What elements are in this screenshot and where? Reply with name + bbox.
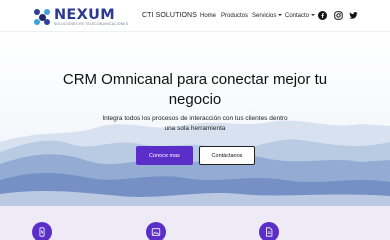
hero-title: CRM Omnicanal para conectar mejor tu neg…	[0, 70, 390, 110]
chevron-down-icon	[277, 14, 282, 17]
logo-tagline: SOLUCIONES EN TELECOMUNICACIONES	[54, 22, 129, 27]
hero-subtitle-line-1: Integra todos los procesos de interacció…	[102, 115, 288, 122]
nav-servicios-label: Servicios	[252, 13, 277, 19]
chevron-down-icon	[310, 14, 315, 17]
mobile-icon	[32, 222, 52, 240]
conoce-mas-button[interactable]: Conoce mas	[136, 146, 193, 165]
hero-title-line-2: negocio	[168, 91, 222, 108]
main-nav: CTI SOLUTIONS Home Productos Servicios C…	[0, 11, 390, 21]
nav-contacto-label: Contacto	[285, 13, 310, 19]
instagram-icon[interactable]	[334, 11, 343, 20]
document-icon	[259, 222, 279, 240]
nav-home[interactable]: Home	[200, 11, 216, 21]
contactanos-button[interactable]: Contáctanos	[199, 146, 255, 165]
nav-servicios[interactable]: Servicios	[252, 11, 282, 21]
site-header: NEXUM SOLUCIONES EN TELECOMUNICACIONES C…	[0, 0, 390, 32]
image-icon	[146, 222, 166, 240]
features-section	[0, 206, 390, 240]
hero-title-line-1: CRM Omnicanal para conectar mejor tu	[62, 71, 328, 88]
nav-contacto[interactable]: Contacto	[285, 11, 315, 21]
hero-section: CRM Omnicanal para conectar mejor tu neg…	[0, 32, 390, 206]
twitter-icon[interactable]	[349, 11, 358, 20]
hero-subtitle-line-2: una sola herramienta	[164, 125, 226, 132]
hero-subtitle: Integra todos los procesos de interacció…	[0, 114, 390, 134]
nav-cti-solutions[interactable]: CTI SOLUTIONS	[142, 11, 197, 21]
facebook-icon[interactable]	[318, 11, 327, 20]
nav-productos[interactable]: Productos	[221, 11, 248, 21]
